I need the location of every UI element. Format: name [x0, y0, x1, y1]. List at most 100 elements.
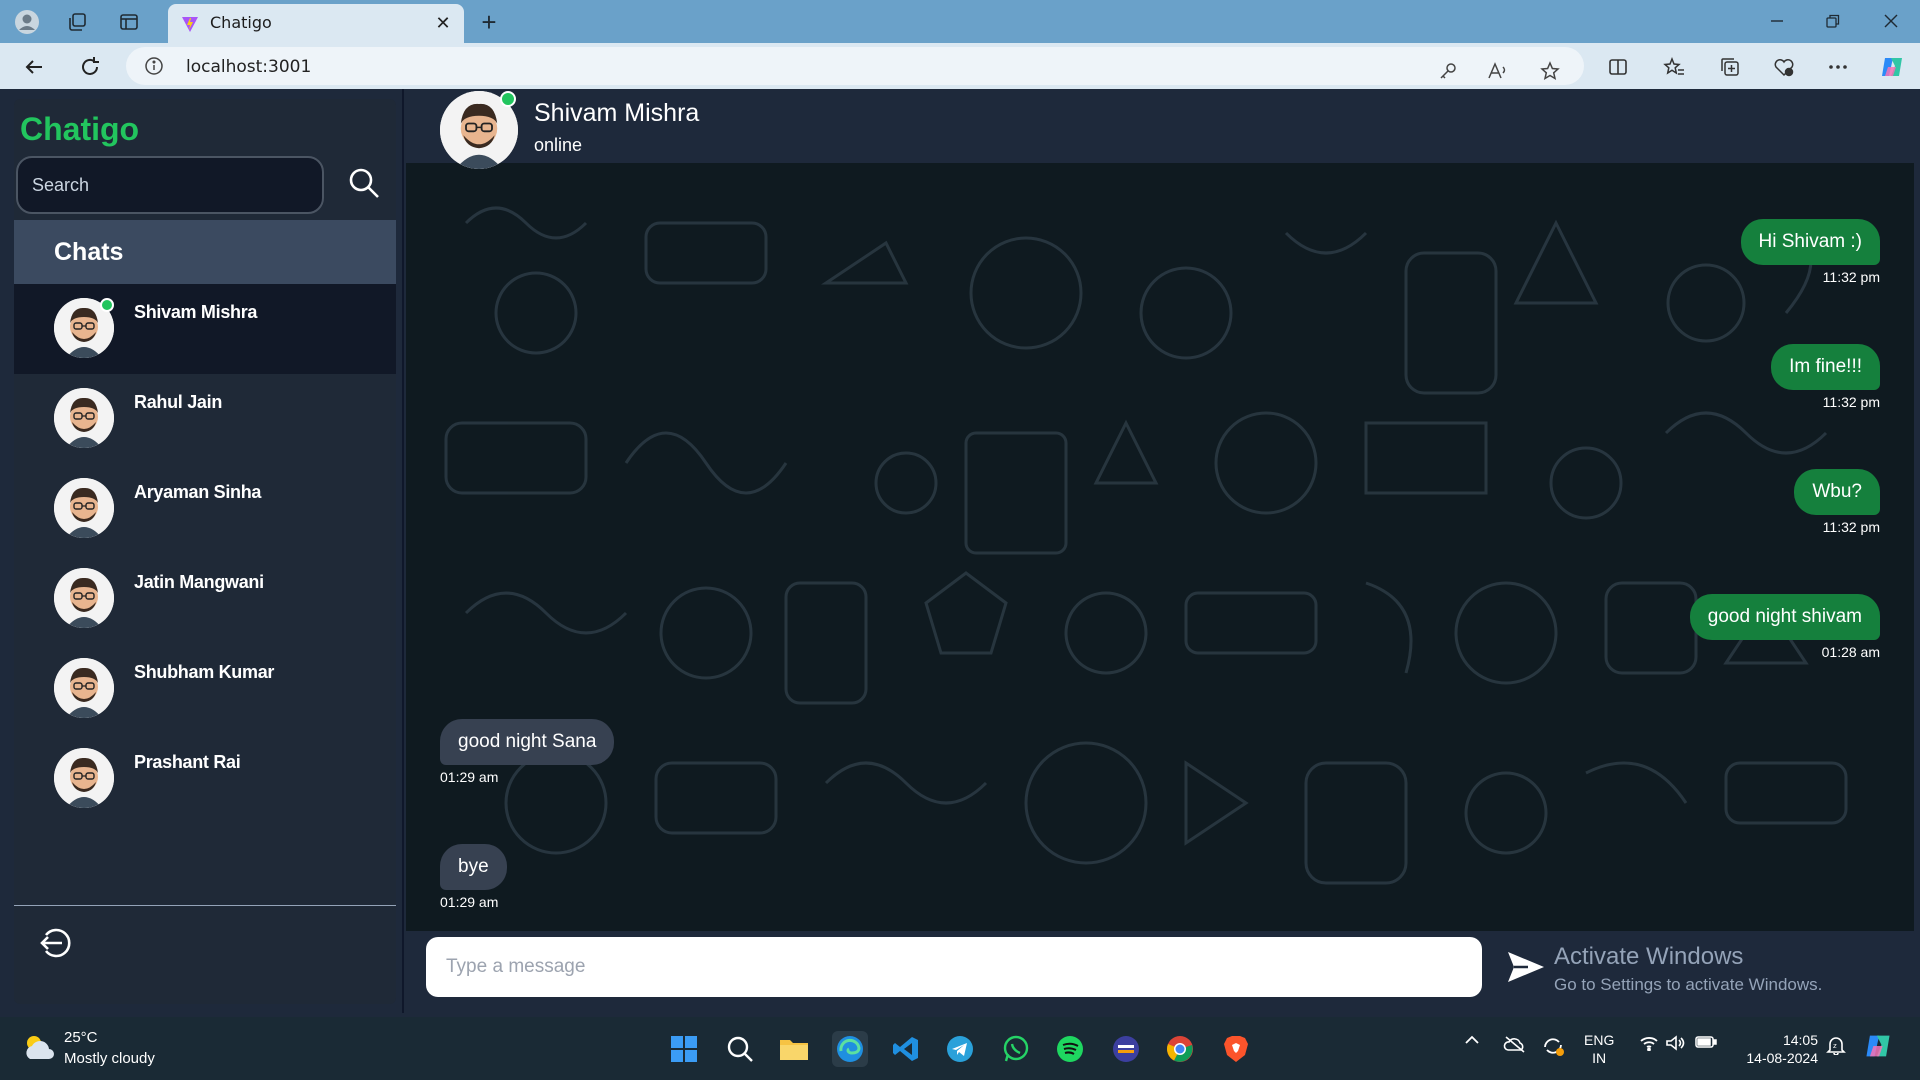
chats-section-header: Chats — [14, 220, 396, 284]
show-hidden-icons-icon[interactable] — [1462, 1035, 1482, 1045]
new-tab-button[interactable]: + — [474, 7, 504, 37]
sync-icon[interactable] — [1540, 1035, 1566, 1057]
message-bubble: good night Sana — [440, 719, 615, 765]
file-explorer-icon[interactable] — [776, 1031, 812, 1067]
app-launcher-icon[interactable] — [1108, 1031, 1144, 1067]
online-status-dot — [500, 91, 516, 107]
weather-description[interactable]: Mostly cloudy — [64, 1050, 155, 1067]
key-icon[interactable] — [1434, 57, 1462, 85]
favorites-icon[interactable] — [1660, 53, 1688, 81]
battery-icon[interactable] — [1694, 1035, 1718, 1049]
svg-text:z: z — [1833, 1042, 1837, 1050]
onedrive-offline-icon[interactable] — [1502, 1035, 1528, 1053]
refresh-icon[interactable] — [74, 51, 106, 83]
message-sent: Im fine!!! 11:32 pm — [1771, 344, 1880, 410]
favorite-star-icon[interactable] — [1536, 57, 1564, 85]
search-input[interactable] — [16, 156, 324, 214]
message-received: good night Sana 01:29 am — [440, 719, 615, 785]
collections-icon[interactable] — [1716, 53, 1744, 81]
address-bar[interactable]: localhost:3001 — [126, 47, 1584, 85]
sidebar-panel: Chatigo Chats Shivam Mishra Rahul Jain Ary… — [14, 99, 396, 1004]
profile-icon[interactable] — [12, 7, 42, 37]
split-screen-icon[interactable] — [1604, 53, 1632, 81]
back-arrow-icon[interactable] — [18, 51, 50, 83]
weather-temperature[interactable]: 25°C — [64, 1029, 98, 1046]
more-options-icon[interactable] — [1824, 53, 1852, 81]
send-icon[interactable] — [1504, 947, 1548, 987]
read-aloud-icon[interactable] — [1484, 57, 1512, 85]
wifi-icon[interactable] — [1638, 1035, 1660, 1051]
sidebar-divider — [14, 905, 396, 906]
tab-title: Chatigo — [210, 13, 272, 32]
message-bubble: good night shivam — [1689, 594, 1880, 640]
telegram-icon[interactable] — [942, 1031, 978, 1067]
contact-item[interactable]: Aryaman Sinha — [14, 464, 396, 554]
browser-tab[interactable]: Chatigo ✕ — [168, 4, 464, 43]
contact-item[interactable]: Shivam Mishra — [14, 284, 396, 374]
system-clock[interactable]: 14:05 14-08-2024 — [1736, 1031, 1818, 1067]
chat-app: Chatigo Chats Shivam Mishra Rahul Jain Ary… — [0, 89, 1920, 1017]
browser-tab-bar: Chatigo ✕ + — [0, 0, 1920, 43]
contact-list: Shivam Mishra Rahul Jain Aryaman Sinha Jati… — [14, 284, 396, 824]
cloudy-weather-icon[interactable] — [22, 1033, 56, 1061]
contact-name: Shivam Mishra — [134, 302, 258, 322]
contact-name: Shivam Mishra — [534, 99, 700, 127]
whatsapp-icon[interactable] — [998, 1031, 1034, 1067]
vite-favicon-icon — [182, 17, 198, 32]
volume-icon[interactable] — [1664, 1035, 1686, 1051]
message-sent: Wbu? 11:32 pm — [1794, 469, 1880, 535]
contact-item[interactable]: Shubham Kumar — [14, 644, 396, 734]
close-tab-icon[interactable]: ✕ — [432, 12, 454, 34]
message-composer: Activate Windows Go to Settings to activ… — [406, 931, 1914, 1013]
minimize-icon[interactable] — [1754, 6, 1800, 36]
chat-window: Shivam Mishra online Hi Shivam :) 11:32 … — [406, 89, 1914, 1013]
clock-date: 14-08-2024 — [1746, 1050, 1818, 1066]
edge-browser-icon[interactable] — [832, 1031, 868, 1067]
copilot-taskbar-icon[interactable] — [1862, 1031, 1894, 1061]
copilot-icon[interactable] — [1878, 53, 1906, 81]
message-time: 01:29 am — [440, 894, 499, 910]
contact-avatar — [54, 478, 114, 538]
message-bubble: Hi Shivam :) — [1740, 219, 1880, 265]
contact-avatar — [54, 658, 114, 718]
restore-icon[interactable] — [1810, 6, 1856, 36]
site-info-icon[interactable] — [144, 56, 164, 76]
browser-essentials-icon[interactable] — [1770, 53, 1798, 81]
chats-title: Chats — [54, 238, 124, 266]
chat-header: Shivam Mishra online — [406, 89, 1914, 169]
contact-item[interactable]: Jatin Mangwani — [14, 554, 396, 644]
contact-name: Jatin Mangwani — [134, 572, 264, 592]
online-status-dot — [100, 298, 114, 312]
region-code: IN — [1592, 1050, 1607, 1066]
close-window-icon[interactable] — [1868, 6, 1914, 36]
message-time: 11:32 pm — [1822, 269, 1880, 285]
chat-doodle-background — [444, 206, 1848, 885]
contact-item[interactable]: Rahul Jain — [14, 374, 396, 464]
spotify-icon[interactable] — [1052, 1031, 1088, 1067]
app-logo-text: Chatigo — [20, 111, 140, 147]
contact-avatar — [54, 748, 114, 808]
message-input[interactable] — [426, 937, 1482, 997]
activate-windows-title: Activate Windows — [1554, 943, 1744, 970]
message-received: bye 01:29 am — [440, 844, 507, 910]
brave-icon[interactable] — [1218, 1031, 1254, 1067]
message-bubble: bye — [440, 844, 507, 890]
workspaces-icon[interactable] — [62, 7, 92, 37]
message-sent: good night shivam 01:28 am — [1689, 594, 1880, 660]
windows-start-icon[interactable] — [666, 1031, 702, 1067]
taskbar-search-icon[interactable] — [722, 1031, 758, 1067]
tab-actions-icon[interactable] — [114, 7, 144, 37]
message-bubble: Wbu? — [1794, 469, 1880, 515]
chrome-icon[interactable] — [1162, 1031, 1198, 1067]
contact-status: online — [534, 135, 583, 155]
contact-avatar — [54, 568, 114, 628]
language-code: ENG — [1584, 1032, 1615, 1048]
logout-icon[interactable] — [36, 923, 76, 963]
contact-name: Rahul Jain — [134, 392, 223, 412]
language-indicator[interactable]: ENG IN — [1584, 1031, 1614, 1067]
contact-name: Aryaman Sinha — [134, 482, 262, 502]
vscode-icon[interactable] — [888, 1031, 924, 1067]
contact-item[interactable]: Prashant Rai — [14, 734, 396, 824]
do-not-disturb-bell-icon[interactable]: z — [1824, 1035, 1848, 1055]
search-icon[interactable] — [344, 163, 384, 203]
